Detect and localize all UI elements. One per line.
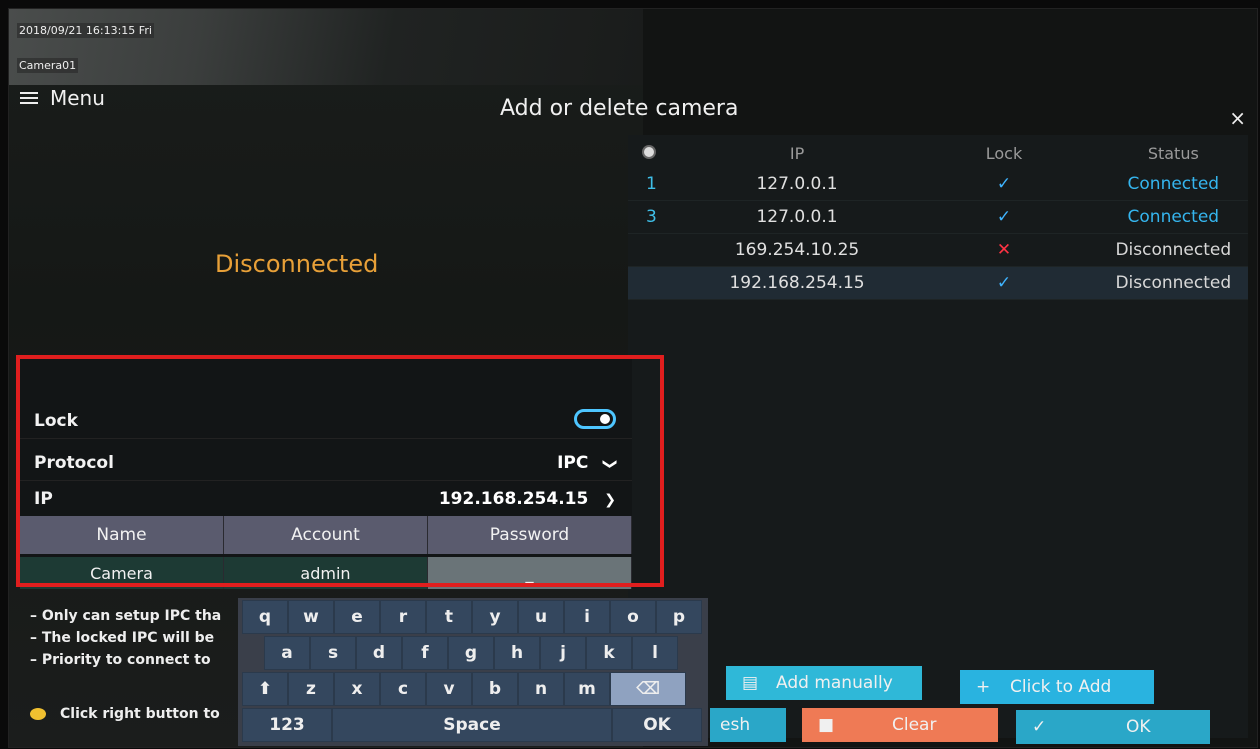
camera-table: IP Lock Status 1 127.0.0.1 ✓ Connected 3… xyxy=(628,138,1248,300)
row-status: Disconnected xyxy=(1098,266,1248,300)
key-s[interactable]: s xyxy=(310,636,356,670)
key-a[interactable]: a xyxy=(264,636,310,670)
hamburger-icon xyxy=(20,89,38,107)
key-q[interactable]: q xyxy=(242,600,288,634)
refresh-button[interactable]: esh xyxy=(710,708,786,742)
col-lock: Lock xyxy=(985,143,1023,163)
row-ip: 169.254.10.25 xyxy=(684,233,910,267)
key-123[interactable]: 123 xyxy=(242,708,332,742)
osd-datetime: 2018/09/21 16:13:15 Fri xyxy=(17,23,154,38)
row-index: 3 xyxy=(628,200,685,234)
key-e[interactable]: e xyxy=(334,600,380,634)
table-row[interactable]: 3 127.0.0.1 ✓ Connected xyxy=(628,200,1248,234)
notes: – Only can setup IPC tha – The locked IP… xyxy=(30,605,221,671)
camera-image-top xyxy=(9,9,643,85)
key-f[interactable]: f xyxy=(402,636,448,670)
key-v[interactable]: v xyxy=(426,672,472,706)
key-g[interactable]: g xyxy=(448,636,494,670)
highlight-box xyxy=(16,355,664,587)
key-ok[interactable]: OK xyxy=(612,708,702,742)
table-row-selected[interactable]: 192.168.254.15 ✓ Disconnected xyxy=(628,266,1248,300)
table-row[interactable]: 1 127.0.0.1 ✓ Connected xyxy=(628,168,1248,201)
list-icon: ▤ xyxy=(742,673,759,693)
on-screen-keyboard: q w e r t y u i o p a s d f g h j k l ⬆ … xyxy=(238,598,708,746)
check-icon: ✓ xyxy=(909,200,1099,234)
close-icon[interactable]: × xyxy=(1229,106,1246,130)
key-j[interactable]: j xyxy=(540,636,586,670)
key-c[interactable]: c xyxy=(380,672,426,706)
key-m[interactable]: m xyxy=(564,672,610,706)
key-y[interactable]: y xyxy=(472,600,518,634)
col-status: Status xyxy=(1147,143,1199,163)
note-line: – Priority to connect to xyxy=(30,652,211,668)
row-ip: 127.0.0.1 xyxy=(684,168,910,201)
osd-camera-name: Camera01 xyxy=(17,58,79,73)
key-d[interactable]: d xyxy=(356,636,402,670)
check-icon: ✓ xyxy=(1032,717,1047,737)
note-line: – The locked IPC will be xyxy=(30,630,215,646)
note-line: – Only can setup IPC tha xyxy=(30,608,222,624)
row-status: Connected xyxy=(1098,200,1248,234)
row-ip: 127.0.0.1 xyxy=(684,200,910,234)
dialog-title: Add or delete camera xyxy=(500,96,739,121)
menu-label: Menu xyxy=(50,86,105,110)
camera-icon xyxy=(642,144,656,159)
table-row[interactable]: 169.254.10.25 ✕ Disconnected xyxy=(628,233,1248,267)
hint-icon xyxy=(30,708,46,720)
add-manually-button[interactable]: ▤ Add manually xyxy=(726,666,922,700)
key-z[interactable]: z xyxy=(288,672,334,706)
clear-button[interactable]: ■ Clear xyxy=(802,708,998,742)
key-w[interactable]: w xyxy=(288,600,334,634)
backspace-icon[interactable]: ⌫ xyxy=(610,672,686,706)
key-p[interactable]: p xyxy=(656,600,702,634)
cross-icon: ✕ xyxy=(909,233,1099,267)
key-i[interactable]: i xyxy=(564,600,610,634)
key-l[interactable]: l xyxy=(632,636,678,670)
row-status: Disconnected xyxy=(1098,233,1248,267)
table-header: IP Lock Status xyxy=(628,138,1248,168)
key-k[interactable]: k xyxy=(586,636,632,670)
key-o[interactable]: o xyxy=(610,600,656,634)
key-t[interactable]: t xyxy=(426,600,472,634)
key-b[interactable]: b xyxy=(472,672,518,706)
trash-icon: ■ xyxy=(818,715,835,735)
key-space[interactable]: Space xyxy=(332,708,612,742)
check-icon: ✓ xyxy=(909,266,1099,300)
key-x[interactable]: x xyxy=(334,672,380,706)
key-h[interactable]: h xyxy=(494,636,540,670)
row-index xyxy=(628,266,685,300)
click-to-add-button[interactable]: + Click to Add xyxy=(960,670,1154,704)
key-u[interactable]: u xyxy=(518,600,564,634)
row-ip: 192.168.254.15 xyxy=(684,266,910,300)
check-icon: ✓ xyxy=(909,168,1099,201)
key-r[interactable]: r xyxy=(380,600,426,634)
hint: Click right button to xyxy=(30,706,220,722)
key-n[interactable]: n xyxy=(518,672,564,706)
row-index xyxy=(628,233,685,267)
hint-text: Click right button to xyxy=(60,706,220,722)
preview-status: Disconnected xyxy=(215,250,379,278)
menu-button[interactable]: Menu xyxy=(20,86,105,110)
plus-icon: + xyxy=(976,677,991,697)
col-ip: IP xyxy=(789,143,805,163)
row-status: Connected xyxy=(1098,168,1248,201)
ok-button[interactable]: ✓ OK xyxy=(1016,710,1210,744)
row-index: 1 xyxy=(628,168,685,201)
shift-icon[interactable]: ⬆ xyxy=(242,672,288,706)
